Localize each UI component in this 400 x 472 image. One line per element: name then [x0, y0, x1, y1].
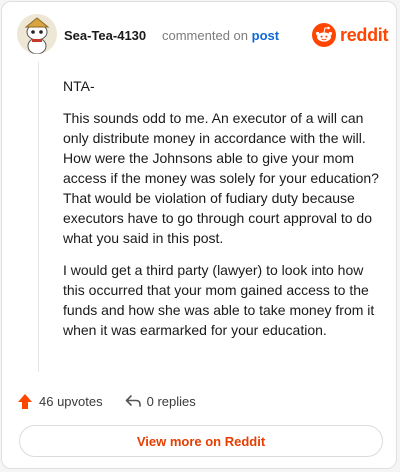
comment-meta: commented on post: [162, 28, 279, 43]
replies-button[interactable]: 0 replies: [125, 394, 196, 409]
comment-footer: 46 upvotes 0 replies: [17, 390, 218, 412]
comment-username[interactable]: Sea-Tea-4130: [64, 28, 146, 43]
reply-arrow-icon: [125, 395, 141, 407]
comment-body: NTA- This sounds odd to me. An executor …: [63, 76, 385, 352]
reddit-brand[interactable]: reddit: [312, 23, 389, 47]
comment-card: Sea-Tea-4130 commented on post reddit NT…: [1, 1, 397, 469]
reddit-logo-icon: [312, 23, 336, 47]
post-link[interactable]: post: [252, 28, 279, 43]
action-text: commented on: [162, 28, 248, 43]
reply-count: 0 replies: [146, 393, 196, 409]
comment-paragraph: I would get a third party (lawyer) to lo…: [63, 262, 375, 338]
user-avatar[interactable]: [17, 14, 57, 54]
brand-name: reddit: [340, 24, 389, 45]
upvote-arrow-icon: [18, 393, 32, 409]
comment-paragraph: This sounds odd to me. An executor of a …: [63, 110, 379, 246]
thread-line: [38, 62, 39, 372]
upvote-button[interactable]: 46 upvotes: [17, 393, 103, 410]
comment-paragraph: NTA-: [63, 78, 95, 94]
upvote-count: 46 upvotes: [39, 393, 103, 409]
view-more-button[interactable]: View more on Reddit: [19, 425, 383, 457]
